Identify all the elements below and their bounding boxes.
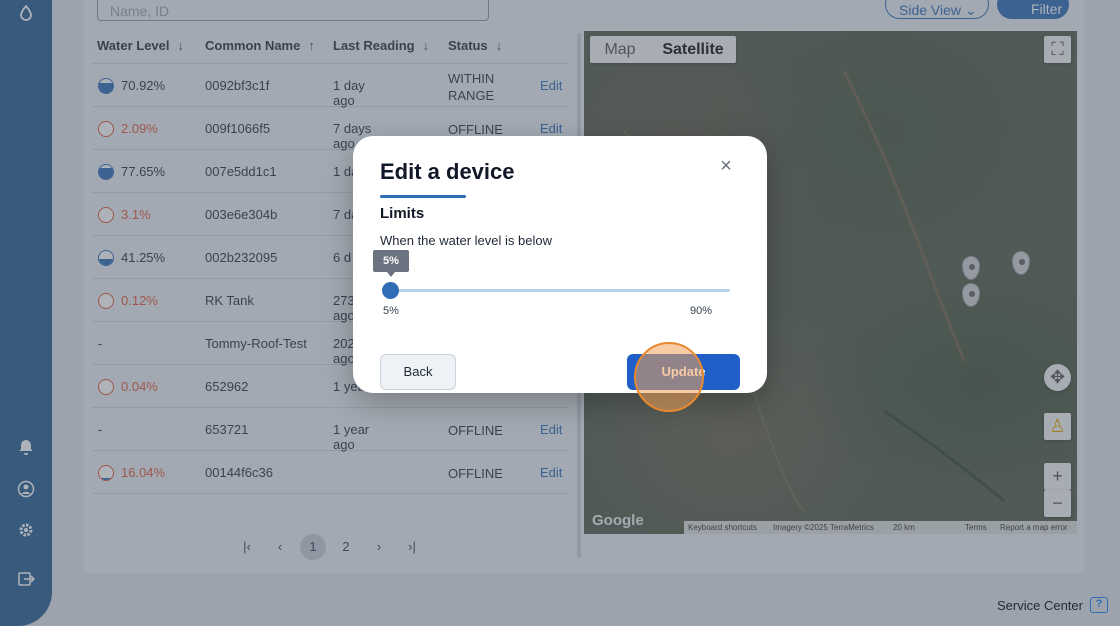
slider-min-label: 5% — [383, 305, 399, 317]
click-indicator — [634, 342, 704, 412]
slider-value-tooltip: 5% — [373, 250, 409, 277]
title-underline — [380, 195, 466, 198]
modal-title: Edit a device — [380, 159, 515, 184]
help-icon[interactable]: ? — [1090, 597, 1108, 613]
limit-description: When the water level is below — [380, 233, 552, 248]
water-level-slider[interactable] — [391, 289, 730, 292]
slider-thumb[interactable] — [382, 282, 399, 299]
close-icon[interactable]: × — [717, 156, 735, 176]
back-button[interactable]: Back — [380, 354, 456, 390]
slider-max-label: 90% — [690, 305, 713, 317]
service-center-link[interactable]: Service Center — [997, 598, 1083, 613]
edit-device-modal: Edit a device × Limits When the water le… — [353, 136, 767, 393]
limits-heading: Limits — [380, 205, 425, 222]
